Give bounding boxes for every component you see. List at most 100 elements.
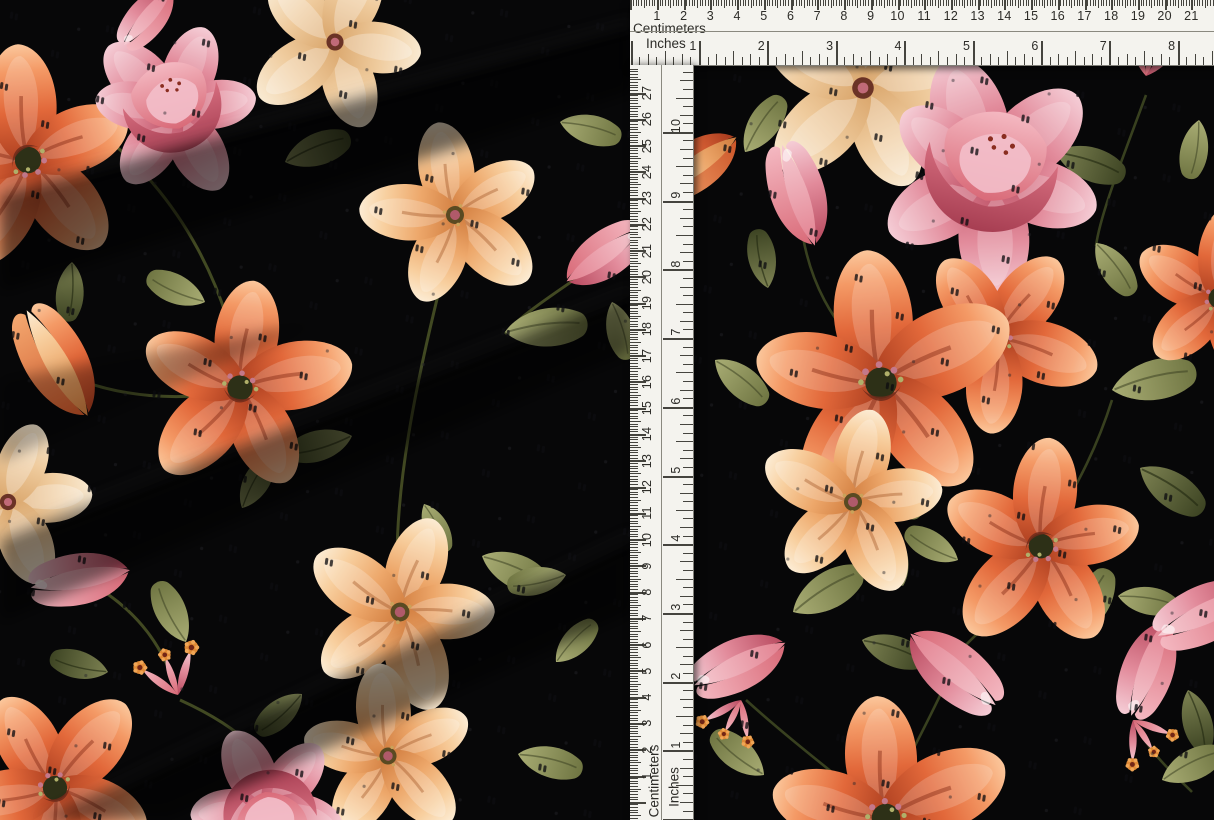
cm-number: 3 [707,9,714,23]
cm-tick [676,0,677,6]
cm-tick [1063,0,1064,6]
cm-tick [935,0,936,6]
inch-tick [683,673,693,674]
cm-tick [857,0,858,8]
cm-tick [956,0,957,6]
cm-number: 22 [640,217,654,232]
cm-tick [975,0,976,6]
cm-tick [967,0,968,6]
cm-tick [630,563,638,564]
inch-tick [716,54,717,65]
cm-tick [630,153,638,154]
cm-tick [986,0,987,6]
cm-tick [1202,0,1203,6]
cm-tick [849,0,850,6]
cm-tick [721,0,722,6]
cm-tick [753,0,754,6]
cm-tick [630,555,638,556]
cm-tick [884,0,885,8]
cm-tick [927,0,928,6]
cm-tick [630,639,638,640]
inch-tick [683,381,693,382]
cm-tick [630,810,638,811]
cm-tick [630,439,638,440]
inch-tick [733,51,734,65]
cm-number: 19 [1131,9,1146,23]
cm-tick [1015,0,1016,6]
inch-tick [631,41,633,65]
inch-tick [683,329,693,330]
cm-tick [630,169,638,170]
inch-tick [680,699,693,700]
cm-tick [630,652,638,653]
inch-tick [676,441,693,442]
cm-tick [630,255,638,256]
cm-number: 15 [1024,9,1039,23]
cm-tick [630,712,638,713]
cm-tick [1042,0,1043,6]
cm-tick [1007,0,1008,6]
cm-tick [807,0,808,6]
cm-tick [1117,0,1118,6]
cm-tick [964,0,965,8]
inch-tick [683,364,693,365]
cm-tick [630,371,638,372]
cm-tick [748,0,749,6]
cm-tick [1069,0,1070,6]
cm-tick [705,0,706,6]
cm-tick [1060,0,1061,6]
cm-tick [630,636,638,637]
cm-tick [630,489,638,490]
cm-tick [630,523,638,524]
cm-tick [630,450,638,451]
cm-tick [630,649,638,650]
cm-tick [697,0,698,8]
cm-number: 10 [640,532,654,547]
inch-tick [1152,57,1153,65]
inch-tick [1144,51,1145,65]
cm-tick [1189,0,1190,6]
inch-tick [810,57,811,65]
inch-tick [1050,57,1051,65]
cm-tick [914,0,915,6]
inch-tick [1101,57,1102,65]
cm-tick [1012,0,1013,6]
inch-tick [683,570,693,571]
cm-tick [1154,0,1155,6]
cm-tick [630,313,638,314]
cm-tick [1159,0,1160,6]
cm-tick [892,0,893,6]
cm-tick [630,552,641,553]
cm-tick [630,166,638,167]
inch-tick [680,664,693,665]
cm-tick [630,613,638,614]
cm-tick [887,0,888,6]
inch-tick [683,759,693,760]
cm-number: 2 [680,9,687,23]
cm-tick [630,237,641,238]
inch-tick [683,158,693,159]
cm-number: 18 [640,322,654,337]
cm-tick [630,261,638,262]
inch-tick [676,647,693,648]
cm-tick [630,114,638,115]
cm-tick [630,311,638,312]
cm-tick [630,760,638,761]
ruler-divider [630,31,1214,32]
inch-tick [663,269,693,271]
cm-tick [630,90,638,91]
cm-tick [630,305,638,306]
inch-tick [683,192,693,193]
cm-tick [1130,0,1131,6]
cm-number: 14 [997,9,1012,23]
inch-tick [676,304,693,305]
inch-tick [683,811,693,812]
cm-tick [630,418,638,419]
cm-tick [630,505,638,506]
inch-tick [683,725,693,726]
inch-tick [896,57,897,65]
cm-tick [1034,0,1035,6]
horizontal-ruler-inch-label: Inches [646,36,686,51]
inch-tick [683,278,693,279]
cm-tick [630,208,638,209]
